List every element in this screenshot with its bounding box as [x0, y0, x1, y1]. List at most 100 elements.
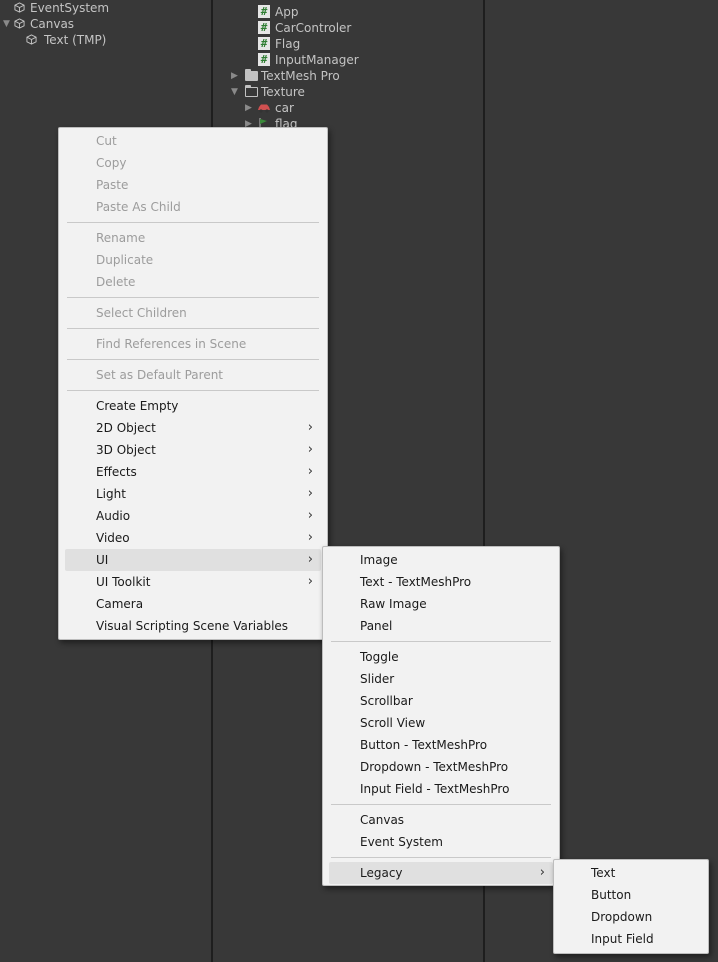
chevron-down-icon[interactable]: ▼ [3, 16, 10, 32]
cube-icon [14, 18, 25, 29]
menu-item-2d-object[interactable]: 2D Object › [65, 417, 321, 439]
project-item-textmesh-pro[interactable]: ▶ TextMesh Pro [231, 68, 340, 84]
menu-item-panel[interactable]: Panel [329, 615, 553, 637]
menu-item-label: Light [96, 487, 126, 501]
menu-item-raw-image[interactable]: Raw Image [329, 593, 553, 615]
menu-item-ui[interactable]: UI › [65, 549, 321, 571]
menu-item-event-system[interactable]: Event System [329, 831, 553, 853]
menu-item-select-children[interactable]: Select Children [65, 302, 321, 324]
menu-item-label: Audio [96, 509, 131, 523]
csharp-script-icon: # [258, 37, 270, 50]
menu-item-label: Legacy [360, 866, 403, 880]
menu-item-legacy-text[interactable]: Text [560, 862, 702, 884]
menu-item-label: UI Toolkit [96, 575, 151, 589]
hierarchy-item-eventsystem[interactable]: EventSystem [10, 0, 109, 16]
project-item-inputmanager[interactable]: # InputManager [258, 52, 359, 68]
context-menu: Cut Copy Paste Paste As Child Rename Dup… [58, 127, 328, 640]
chevron-right-icon[interactable]: ▶ [231, 68, 238, 84]
menu-item-audio[interactable]: Audio › [65, 505, 321, 527]
menu-separator [67, 359, 319, 360]
project-item-app[interactable]: # App [258, 4, 298, 20]
hierarchy-item-label: EventSystem [30, 1, 110, 15]
csharp-script-icon: # [258, 53, 270, 66]
menu-item-label: Effects [96, 465, 137, 479]
car-icon [258, 104, 270, 113]
cube-icon [26, 34, 37, 45]
hierarchy-item-label: Text (TMP) [44, 33, 107, 47]
menu-separator [67, 222, 319, 223]
menu-item-label: 3D Object [96, 443, 156, 457]
menu-item-label: 2D Object [96, 421, 156, 435]
menu-item-scrollbar[interactable]: Scrollbar [329, 690, 553, 712]
menu-item-visual-scripting-scene-variables[interactable]: Visual Scripting Scene Variables [65, 615, 321, 637]
project-item-label: Texture [261, 85, 305, 99]
chevron-right-icon: › [307, 574, 313, 589]
chevron-right-icon: › [307, 552, 313, 567]
menu-item-delete[interactable]: Delete [65, 271, 321, 293]
menu-separator [331, 804, 551, 805]
menu-item-3d-object[interactable]: 3D Object › [65, 439, 321, 461]
menu-separator [67, 390, 319, 391]
project-item-label: CarControler [275, 21, 352, 35]
folder-icon [245, 69, 258, 81]
project-item-label: car [275, 101, 294, 115]
menu-item-slider[interactable]: Slider [329, 668, 553, 690]
csharp-script-icon: # [258, 5, 270, 18]
menu-item-video[interactable]: Video › [65, 527, 321, 549]
menu-item-find-references[interactable]: Find References in Scene [65, 333, 321, 355]
menu-item-light[interactable]: Light › [65, 483, 321, 505]
project-item-flag-script[interactable]: # Flag [258, 36, 300, 52]
menu-item-label: Video [96, 531, 130, 545]
menu-item-paste-as-child[interactable]: Paste As Child [65, 196, 321, 218]
menu-item-ui-toolkit[interactable]: UI Toolkit › [65, 571, 321, 593]
project-item-label: InputManager [275, 53, 359, 67]
project-item-car[interactable]: ▶ car [245, 100, 294, 116]
menu-item-canvas[interactable]: Canvas [329, 809, 553, 831]
csharp-script-icon: # [258, 21, 270, 34]
ui-submenu: Image Text - TextMeshPro Raw Image Panel… [322, 546, 560, 886]
menu-item-duplicate[interactable]: Duplicate [65, 249, 321, 271]
menu-item-camera[interactable]: Camera [65, 593, 321, 615]
project-item-texture[interactable]: ▼ Texture [231, 84, 305, 100]
menu-item-rename[interactable]: Rename [65, 227, 321, 249]
hierarchy-item-canvas[interactable]: ▼ Canvas [0, 16, 74, 32]
hierarchy-item-label: Canvas [30, 17, 75, 31]
menu-item-label: UI [96, 553, 109, 567]
menu-item-scroll-view[interactable]: Scroll View [329, 712, 553, 734]
legacy-submenu: Text Button Dropdown Input Field [553, 859, 709, 954]
menu-separator [67, 328, 319, 329]
menu-item-image[interactable]: Image [329, 549, 553, 571]
menu-item-text-textmeshpro[interactable]: Text - TextMeshPro [329, 571, 553, 593]
menu-item-legacy-input-field[interactable]: Input Field [560, 928, 702, 950]
project-item-label: TextMesh Pro [261, 69, 340, 83]
menu-item-create-empty[interactable]: Create Empty [65, 395, 321, 417]
chevron-right-icon: › [307, 508, 313, 523]
menu-item-dropdown-textmeshpro[interactable]: Dropdown - TextMeshPro [329, 756, 553, 778]
menu-separator [331, 857, 551, 858]
menu-item-effects[interactable]: Effects › [65, 461, 321, 483]
menu-separator [67, 297, 319, 298]
menu-item-legacy-dropdown[interactable]: Dropdown [560, 906, 702, 928]
menu-separator [331, 641, 551, 642]
menu-item-cut[interactable]: Cut [65, 130, 321, 152]
menu-item-legacy[interactable]: Legacy › [329, 862, 553, 884]
chevron-right-icon: › [307, 420, 313, 435]
chevron-down-icon[interactable]: ▼ [231, 84, 238, 100]
project-item-label: App [275, 5, 299, 19]
menu-item-toggle[interactable]: Toggle [329, 646, 553, 668]
menu-item-input-field-textmeshpro[interactable]: Input Field - TextMeshPro [329, 778, 553, 800]
chevron-right-icon: › [307, 442, 313, 457]
menu-item-paste[interactable]: Paste [65, 174, 321, 196]
chevron-right-icon: › [307, 464, 313, 479]
menu-item-copy[interactable]: Copy [65, 152, 321, 174]
menu-item-legacy-button[interactable]: Button [560, 884, 702, 906]
chevron-right-icon[interactable]: ▶ [245, 100, 252, 116]
project-item-carcontroler[interactable]: # CarControler [258, 20, 351, 36]
chevron-right-icon: › [539, 865, 545, 880]
menu-item-button-textmeshpro[interactable]: Button - TextMeshPro [329, 734, 553, 756]
project-item-label: Flag [275, 37, 301, 51]
hierarchy-item-text-tmp[interactable]: Text (TMP) [26, 32, 106, 48]
cube-icon [14, 2, 25, 13]
folder-open-icon [245, 85, 258, 97]
menu-item-set-default-parent[interactable]: Set as Default Parent [65, 364, 321, 386]
